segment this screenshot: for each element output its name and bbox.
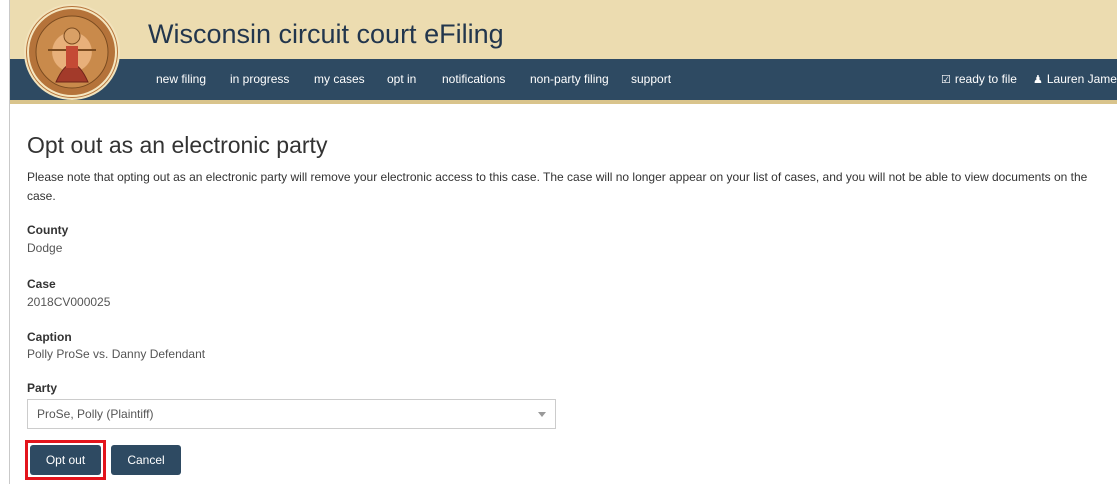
nav-new-filing[interactable]: new filing: [156, 59, 206, 100]
app-frame: Wisconsin circuit court eFiling new fili…: [9, 0, 1117, 484]
nav-my-cases[interactable]: my cases: [314, 59, 365, 100]
check-square-icon: ☑: [941, 74, 951, 86]
nav-notifications[interactable]: notifications: [442, 59, 505, 100]
nav-support[interactable]: support: [631, 59, 671, 100]
opt-out-notice: Please note that opting out as an electr…: [27, 170, 1088, 203]
dropdown-caret-icon: [538, 412, 546, 417]
party-label: Party: [27, 381, 58, 395]
user-name: Lauren James: [1046, 72, 1117, 86]
case-value: 2018CV000025: [27, 295, 111, 309]
party-select-value: ProSe, Polly (Plaintiff): [37, 407, 154, 421]
county-label: County: [27, 223, 69, 237]
user-menu[interactable]: ♟Lauren James▼: [1033, 59, 1117, 100]
app-title: Wisconsin circuit court eFiling: [148, 19, 504, 49]
caption-label: Caption: [27, 330, 72, 344]
court-seal-logo[interactable]: [24, 4, 120, 100]
ready-to-file-link[interactable]: ☑ ready to file: [941, 59, 1017, 100]
ready-to-file-label: ready to file: [954, 72, 1017, 86]
case-label: Case: [27, 277, 56, 291]
nav-in-progress[interactable]: in progress: [230, 59, 289, 100]
seal-icon: [27, 7, 117, 97]
header-bar: Wisconsin circuit court eFiling: [10, 0, 1117, 59]
page-title: Opt out as an electronic party: [27, 132, 328, 158]
opt-out-button[interactable]: Opt out: [30, 445, 101, 475]
caption-value: Polly ProSe vs. Danny Defendant: [27, 347, 206, 361]
cancel-button[interactable]: Cancel: [111, 445, 181, 475]
user-icon: ♟: [1033, 74, 1043, 86]
party-select[interactable]: ProSe, Polly (Plaintiff): [27, 399, 556, 429]
nav-opt-in[interactable]: opt in: [387, 59, 416, 100]
main-nav: new filing in progress my cases opt in n…: [10, 59, 1117, 104]
nav-non-party-filing[interactable]: non-party filing: [530, 59, 609, 100]
county-value: Dodge: [27, 241, 63, 255]
